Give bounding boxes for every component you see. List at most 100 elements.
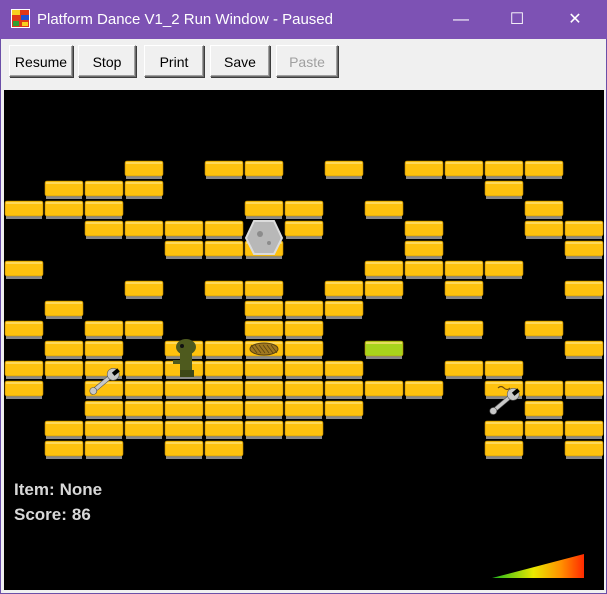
yellow-platform-tile [4,360,44,379]
yellow-platform-tile [84,340,124,359]
yellow-platform-tile [564,220,604,239]
yellow-platform-tile [324,280,364,299]
item-label: Item: [14,480,55,499]
yellow-platform-tile [4,320,44,339]
yellow-platform-tile [284,200,324,219]
resume-button[interactable]: Resume [9,45,73,77]
score-label: Score: [14,505,67,524]
yellow-platform-tile [44,420,84,439]
yellow-platform-tile [164,240,204,259]
print-button[interactable]: Print [144,45,204,77]
yellow-platform-tile [4,200,44,219]
yellow-platform-tile [244,320,284,339]
yellow-platform-tile [244,160,284,179]
yellow-platform-tile [484,260,524,279]
yellow-platform-tile [124,180,164,199]
title-bar: Platform Dance V1_2 Run Window - Paused … [0,0,607,39]
yellow-platform-tile [564,240,604,259]
yellow-platform-tile [524,420,564,439]
yellow-platform-tile [244,280,284,299]
yellow-platform-tile [204,160,244,179]
yellow-platform-tile [324,300,364,319]
yellow-platform-tile [564,340,604,359]
yellow-platform-tile [164,380,204,399]
yellow-platform-tile [4,260,44,279]
yellow-platform-tile [484,180,524,199]
yellow-platform-tile [84,220,124,239]
yellow-platform-tile [284,320,324,339]
yellow-platform-tile [364,280,404,299]
yellow-platform-tile [444,260,484,279]
score-readout: Score: 86 [14,505,91,525]
yellow-platform-tile [124,380,164,399]
paste-button[interactable]: Paste [276,45,338,77]
yellow-platform-tile [164,400,204,419]
yellow-platform-tile [444,280,484,299]
yellow-platform-tile [44,200,84,219]
yellow-platform-tile [404,220,444,239]
yellow-platform-tile [284,420,324,439]
yellow-platform-tile [204,220,244,239]
yellow-platform-tile [164,420,204,439]
yellow-platform-tile [244,360,284,379]
window-title: Platform Dance V1_2 Run Window - Paused [37,11,333,28]
yellow-platform-tile [444,160,484,179]
toolbar: Resume Stop Print Save Paste [1,39,606,85]
yellow-platform-tile [484,160,524,179]
yellow-platform-tile [124,160,164,179]
yellow-platform-tile [524,400,564,419]
maximize-button[interactable]: ☐ [494,0,540,39]
yellow-platform-tile [204,360,244,379]
yellow-platform-tile [4,380,44,399]
green-platform-tile [364,340,404,359]
yellow-platform-tile [404,160,444,179]
yellow-platform-tile [404,380,444,399]
yellow-platform-tile [204,440,244,459]
game-canvas[interactable]: Item: None Score: 86 [4,90,604,590]
yellow-platform-tile [484,360,524,379]
yellow-platform-tile [44,180,84,199]
yellow-platform-tile [284,380,324,399]
yellow-platform-tile [84,180,124,199]
yellow-platform-tile [204,380,244,399]
yellow-platform-tile [484,440,524,459]
yellow-platform-tile [564,440,604,459]
yellow-platform-tile [204,280,244,299]
yellow-platform-tile [364,200,404,219]
yellow-platform-tile [284,220,324,239]
item-readout: Item: None [14,480,102,500]
yellow-platform-tile [524,160,564,179]
yellow-platform-tile [324,380,364,399]
yellow-platform-tile [284,340,324,359]
yellow-platform-tile [564,380,604,399]
yellow-platform-tile [44,440,84,459]
close-button[interactable]: ✕ [552,0,598,39]
yellow-platform-tile [44,340,84,359]
yellow-platform-tile [364,260,404,279]
yellow-platform-tile [124,220,164,239]
yellow-platform-tile [84,440,124,459]
yellow-platform-tile [84,320,124,339]
minimize-button[interactable]: — [438,0,484,39]
yellow-platform-tile [164,440,204,459]
speed-meter [492,554,584,578]
save-button[interactable]: Save [210,45,270,77]
yellow-platform-tile [244,380,284,399]
yellow-platform-tile [444,320,484,339]
yellow-platform-tile [124,280,164,299]
stop-button[interactable]: Stop [78,45,136,77]
yellow-platform-tile [324,400,364,419]
yellow-platform-tile [444,360,484,379]
yellow-platform-tile [164,220,204,239]
yellow-platform-tile [204,340,244,359]
app-icon [11,9,30,28]
yellow-platform-tile [84,200,124,219]
window-body: Resume Stop Print Save Paste Item: None S… [1,39,606,593]
yellow-platform-tile [324,360,364,379]
yellow-platform-tile [204,420,244,439]
yellow-platform-tile [404,240,444,259]
boulder-icon [244,220,284,255]
yellow-platform-tile [244,300,284,319]
yellow-platform-tile [124,400,164,419]
yellow-platform-tile [84,400,124,419]
